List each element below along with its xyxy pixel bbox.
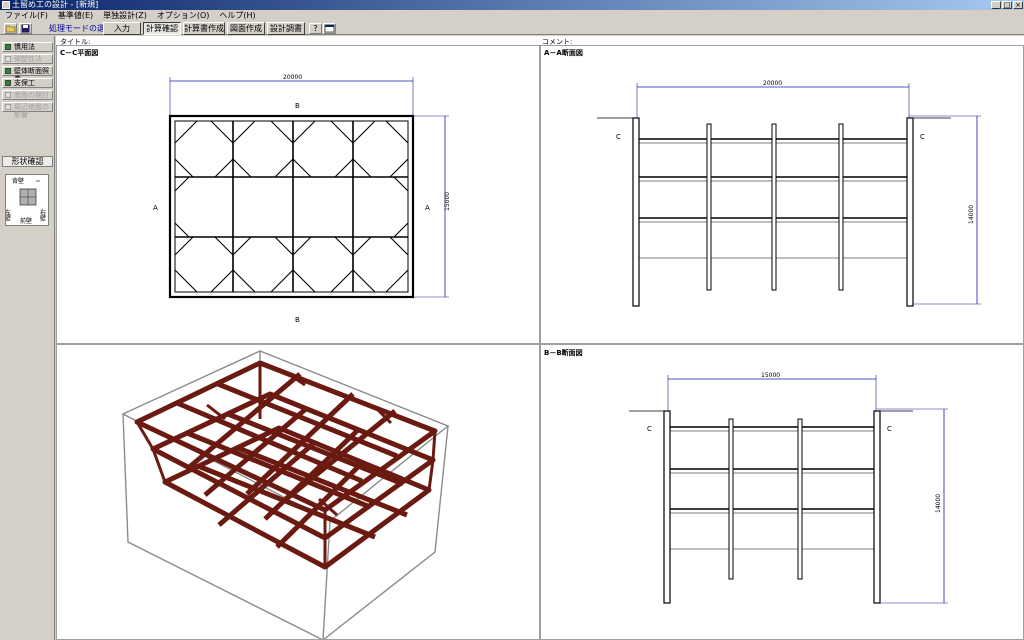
window-icon[interactable] — [323, 23, 336, 34]
sidebar-item-ground-influence: 周辺地盤の影響 — [2, 102, 53, 119]
mode-design-sheet-button[interactable]: 設計調書 — [267, 22, 305, 35]
maximize-button[interactable]: □ — [1002, 1, 1012, 9]
sidebar-item-elastoplastic: 弾塑性法 — [2, 54, 53, 64]
section-bb-marker-right: C — [887, 425, 892, 433]
sidebar: 慣用法 弾塑性法 壁体断面照査 支保工 底版の検討 周辺地盤の影響 形状確認 背… — [0, 36, 55, 640]
section-b-top-marker: B — [295, 102, 300, 110]
section-b-bottom-marker: B — [295, 316, 300, 324]
view-area: タイトル: コメント: C－C平面図 20000 15000 A A B B A… — [56, 36, 1024, 640]
section-bb-marker-left: C — [647, 425, 652, 433]
mode-drawing-button[interactable]: 図面作成 — [227, 22, 265, 35]
isometric-view-panel[interactable] — [56, 344, 540, 640]
status-led-icon — [5, 68, 11, 74]
menu-bar: ファイル(F) 基準値(E) 単独設計(Z) オプション(O) ヘルプ(H) — [0, 10, 1024, 22]
plan-view-panel[interactable]: C－C平面図 20000 15000 A A B B — [56, 45, 540, 344]
title-bar: 土留め工の設計 - [新規] _ □ × — [0, 0, 1024, 10]
status-led-icon — [5, 80, 11, 86]
sidebar-item-label: 周辺地盤の影響 — [14, 103, 49, 119]
sidebar-item-label: 慣用法 — [14, 43, 35, 51]
section-aa-panel[interactable]: A－A断面図 20000 14000 C C — [540, 45, 1024, 344]
status-led-icon — [5, 56, 11, 62]
menu-standards[interactable]: 基準値(E) — [53, 10, 98, 22]
sidebar-item-label: 底版の検討 — [14, 91, 49, 99]
menu-single-design[interactable]: 単独設計(Z) — [98, 10, 152, 22]
open-folder-icon[interactable] — [4, 23, 17, 34]
status-led-icon — [5, 44, 11, 50]
sidebar-item-label: 弾塑性法 — [14, 55, 42, 63]
help-icon[interactable]: ? — [309, 23, 322, 34]
app-icon — [2, 1, 10, 9]
toolbar: 処理モードの選択 入力 計算確認 計算書作成 図面作成 設計調書 ? — [0, 22, 1024, 35]
section-bb-panel[interactable]: B－B断面図 15000 14000 C C — [540, 344, 1024, 640]
sidebar-item-label: 支保工 — [14, 79, 35, 87]
menu-options[interactable]: オプション(O) — [152, 10, 215, 22]
status-led-icon — [5, 92, 11, 98]
left-wall-label: 左壁 — [6, 208, 11, 221]
right-wall-label: 右壁 — [39, 208, 46, 221]
section-a-right-marker: A — [425, 204, 430, 212]
menu-help[interactable]: ヘルプ(H) — [214, 10, 260, 22]
sidebar-item-shoring[interactable]: 支保工 — [2, 78, 53, 88]
shape-diagram[interactable]: 背壁 左壁 右壁 前壁 — [4, 174, 49, 226]
section-aa-width-dimension: 20000 — [763, 80, 782, 87]
section-aa-marker-right: C — [920, 133, 925, 141]
sidebar-item-conventional[interactable]: 慣用法 — [2, 42, 53, 52]
sidebar-item-wall-section[interactable]: 壁体断面照査 — [2, 66, 53, 83]
plan-width-dimension: 20000 — [283, 74, 302, 81]
save-icon[interactable] — [19, 23, 32, 34]
status-led-icon — [5, 104, 11, 110]
section-bb-width-dimension: 15000 — [761, 372, 780, 379]
section-bb-height-dimension: 14000 — [935, 494, 942, 513]
mode-calc-report-button[interactable]: 計算書作成 — [183, 22, 225, 35]
section-aa-height-dimension: 14000 — [968, 205, 975, 224]
section-a-left-marker: A — [153, 204, 158, 212]
minimize-button[interactable]: _ — [991, 1, 1001, 9]
plan-height-dimension: 15000 — [444, 192, 451, 211]
shape-check-tab[interactable]: 形状確認 — [2, 156, 53, 167]
window-title: 土留め工の設計 - [新規] — [12, 0, 99, 9]
mode-calc-check-button[interactable]: 計算確認 — [143, 22, 181, 35]
close-button[interactable]: × — [1013, 1, 1023, 9]
back-wall-label: 背壁 — [12, 177, 24, 185]
front-wall-label: 前壁 — [20, 217, 32, 225]
menu-file[interactable]: ファイル(F) — [0, 10, 53, 22]
mode-input-button[interactable]: 入力 — [103, 22, 141, 35]
section-aa-marker-left: C — [616, 133, 621, 141]
sidebar-item-bottom-slab: 底版の検討 — [2, 90, 53, 100]
